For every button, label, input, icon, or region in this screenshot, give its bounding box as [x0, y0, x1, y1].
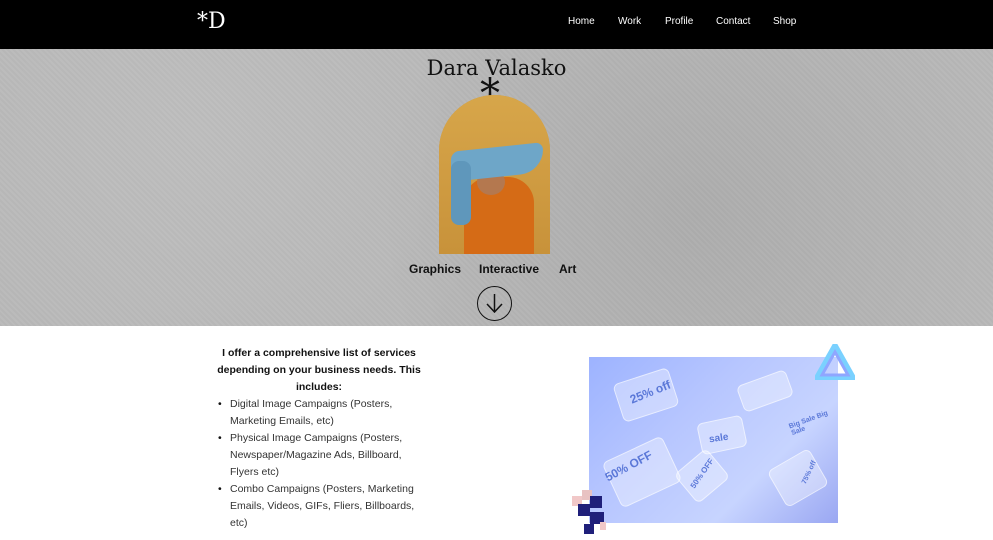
nav-contact[interactable]: Contact — [716, 16, 750, 27]
category-art[interactable]: Art — [559, 262, 576, 276]
nav-shop[interactable]: Shop — [773, 16, 796, 27]
list-item: Combo Campaigns (Posters, Marketing Emai… — [218, 481, 420, 532]
portrait-image — [439, 95, 550, 254]
arrow-down-circle-icon[interactable] — [477, 286, 512, 321]
services-list: Digital Image Campaigns (Posters, Market… — [218, 396, 420, 532]
arrow-down-glyph — [486, 294, 503, 314]
nav-home[interactable]: Home — [568, 16, 595, 27]
services-intro: I offer a comprehensive list of services… — [217, 347, 421, 393]
nav-work[interactable]: Work — [618, 16, 641, 27]
tag-card — [766, 447, 830, 509]
category-interactive[interactable]: Interactive — [479, 262, 539, 276]
sale-tag: Big Sale Big Sale — [788, 409, 829, 437]
list-item: Physical Image Campaigns (Posters, Newsp… — [218, 430, 420, 481]
category-links: Graphics Interactive Art — [409, 262, 589, 278]
category-graphics[interactable]: Graphics — [409, 262, 461, 276]
pixel-decoration-icon — [572, 490, 606, 534]
triangle-decoration-icon — [815, 344, 855, 380]
portrait-hat-drape — [451, 161, 471, 225]
tag-card — [735, 368, 795, 414]
nav-profile[interactable]: Profile — [665, 16, 693, 27]
sale-tags-image: 25% off sale 50% OFF 50% OFF Big Sale Bi… — [589, 357, 838, 523]
list-item: Digital Image Campaigns (Posters, Market… — [218, 396, 420, 430]
site-logo[interactable]: *D — [197, 9, 226, 34]
top-navigation-bar: *D Home Work Profile Contact Shop — [0, 0, 993, 49]
